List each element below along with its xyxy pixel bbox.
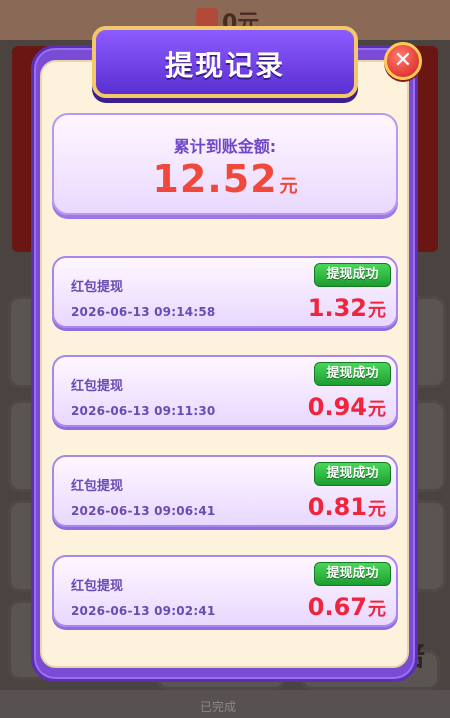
- background-completed-label: 已完成: [200, 700, 237, 714]
- record-title: 红包提现: [71, 280, 124, 295]
- status-badge: 提现成功: [314, 562, 391, 586]
- record-title: 红包提现: [71, 379, 124, 394]
- total-amount-unit: 元: [279, 176, 298, 197]
- status-badge: 提现成功: [314, 362, 391, 386]
- record-timestamp: 2026-06-13 09:11:30: [71, 404, 216, 418]
- record-timestamp: 2026-06-13 09:14:58: [71, 305, 216, 319]
- close-button[interactable]: ✕: [384, 42, 422, 80]
- record-amount-unit: 元: [368, 599, 386, 620]
- total-received-amount: 12.52 元: [54, 157, 396, 201]
- record-title: 红包提现: [71, 579, 124, 594]
- modal-title-plate: 提现记录: [92, 26, 358, 98]
- record-amount-unit: 元: [368, 300, 386, 321]
- record-amount-value: 1.32: [307, 294, 367, 322]
- withdrawal-record-item: 红包提现 2026-06-13 09:06:41 提现成功 0.81元: [52, 455, 398, 527]
- record-amount-value: 0.81: [307, 493, 367, 521]
- record-timestamp: 2026-06-13 09:02:41: [71, 604, 216, 618]
- record-amount-unit: 元: [368, 499, 386, 520]
- record-amount-value: 0.94: [307, 393, 367, 421]
- record-title: 红包提现: [71, 479, 124, 494]
- withdrawal-record-item: 红包提现 2026-06-13 09:14:58 提现成功 1.32元: [52, 256, 398, 328]
- withdrawal-record-item: 红包提现 2026-06-13 09:11:30 提现成功 0.94元: [52, 355, 398, 427]
- close-icon: ✕: [393, 47, 413, 73]
- modal-title: 提现记录: [164, 49, 285, 82]
- record-amount-unit: 元: [368, 399, 386, 420]
- record-amount: 0.94元: [308, 393, 386, 421]
- total-amount-value: 12.52: [152, 157, 278, 201]
- record-timestamp: 2026-06-13 09:06:41: [71, 504, 216, 518]
- record-amount: 0.81元: [308, 493, 386, 521]
- record-amount-value: 0.67: [307, 593, 367, 621]
- withdrawal-record-item: 红包提现 2026-06-13 09:02:41 提现成功 0.67元: [52, 555, 398, 627]
- status-badge: 提现成功: [314, 263, 391, 287]
- status-badge: 提现成功: [314, 462, 391, 486]
- record-amount: 0.67元: [308, 593, 386, 621]
- total-received-label: 累计到账金额:: [173, 137, 277, 156]
- background-bottom-bar: 已完成: [0, 690, 450, 718]
- total-received-card: 累计到账金额: 12.52 元: [52, 113, 398, 215]
- record-amount: 1.32元: [308, 294, 386, 322]
